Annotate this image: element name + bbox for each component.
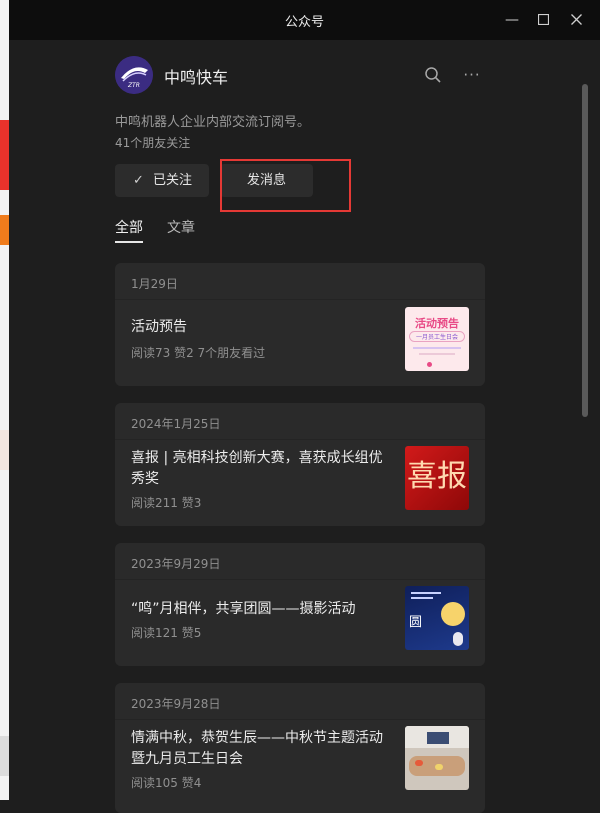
send-message-button[interactable]: 发消息 xyxy=(220,164,313,197)
thumbnail-subtext: 一月员工生日会 xyxy=(409,331,465,342)
article-card[interactable]: 2024年1月25日 喜报 | 亮相科技创新大赛，喜获成长组优秀奖 阅读211 … xyxy=(115,403,485,526)
article-card[interactable]: 2023年9月28日 情满中秋，恭贺生辰——中秋节主题活动暨九月员工生日会 阅读… xyxy=(115,683,485,813)
tab-articles[interactable]: 文章 xyxy=(167,217,195,237)
official-account-window: 公众号 — ZTR 中鸣快车 ··· 中鸣机器人企业内部交流订阅号。 41个朋友… xyxy=(9,0,600,813)
card-divider xyxy=(115,439,485,440)
svg-text:ZTR: ZTR xyxy=(127,82,140,89)
account-name: 中鸣快车 xyxy=(164,68,229,87)
article-card[interactable]: 1月29日 活动预告 阅读73 赞2 7个朋友看过 活动预告 一月员工生日会 xyxy=(115,263,485,386)
article-title: 喜报 | 亮相科技创新大赛，喜获成长组优秀奖 xyxy=(131,450,383,487)
article-stats: 阅读105 赞4 xyxy=(131,776,202,790)
maximize-icon[interactable] xyxy=(533,10,553,30)
avatar[interactable]: ZTR xyxy=(115,56,153,94)
follower-count: 41个朋友关注 xyxy=(115,136,191,150)
article-title: 情满中秋，恭贺生辰——中秋节主题活动暨九月员工生日会 xyxy=(131,730,383,767)
minimize-icon[interactable]: — xyxy=(502,10,522,30)
article-date: 2023年9月28日 xyxy=(131,697,221,711)
card-divider xyxy=(115,579,485,580)
followed-button-label: 已关注 xyxy=(153,173,193,188)
article-thumbnail: 活动预告 一月员工生日会 xyxy=(405,307,469,371)
article-stats: 阅读121 赞5 xyxy=(131,626,202,640)
tab-all[interactable]: 全部 xyxy=(115,217,143,237)
article-stats: 阅读211 赞3 xyxy=(131,496,202,510)
scrollbar-thumb[interactable] xyxy=(582,84,588,417)
checkmark-icon: ✓ xyxy=(133,173,144,188)
article-date: 2024年1月25日 xyxy=(131,417,221,431)
article-date: 2023年9月29日 xyxy=(131,557,221,571)
article-thumbnail xyxy=(405,726,469,790)
title-bar[interactable]: 公众号 — xyxy=(9,0,600,40)
article-thumbnail: 喜报 xyxy=(405,446,469,510)
active-tab-indicator xyxy=(115,241,143,243)
thumbnail-text: 圆 xyxy=(409,615,423,630)
article-thumbnail: 圆 xyxy=(405,586,469,650)
close-icon[interactable] xyxy=(566,10,586,30)
article-date: 1月29日 xyxy=(131,277,178,291)
article-title: 活动预告 xyxy=(131,319,187,335)
article-stats: 阅读73 赞2 7个朋友看过 xyxy=(131,346,266,360)
card-divider xyxy=(115,299,485,300)
more-options-icon[interactable]: ··· xyxy=(461,64,483,86)
thumbnail-text: 喜报 xyxy=(407,459,467,494)
thumbnail-text: 活动预告 xyxy=(415,317,459,330)
account-profile: ZTR 中鸣快车 ··· 中鸣机器人企业内部交流订阅号。 41个朋友关注 ✓ 已… xyxy=(9,40,600,813)
search-icon[interactable] xyxy=(422,64,444,86)
followed-button[interactable]: ✓ 已关注 xyxy=(115,164,209,197)
background-app-edge xyxy=(0,0,9,800)
article-title: “鸣”月相伴，共享团圆——摄影活动 xyxy=(131,601,356,617)
account-description: 中鸣机器人企业内部交流订阅号。 xyxy=(115,115,311,130)
article-card[interactable]: 2023年9月29日 “鸣”月相伴，共享团圆——摄影活动 阅读121 赞5 圆 xyxy=(115,543,485,666)
card-divider xyxy=(115,719,485,720)
